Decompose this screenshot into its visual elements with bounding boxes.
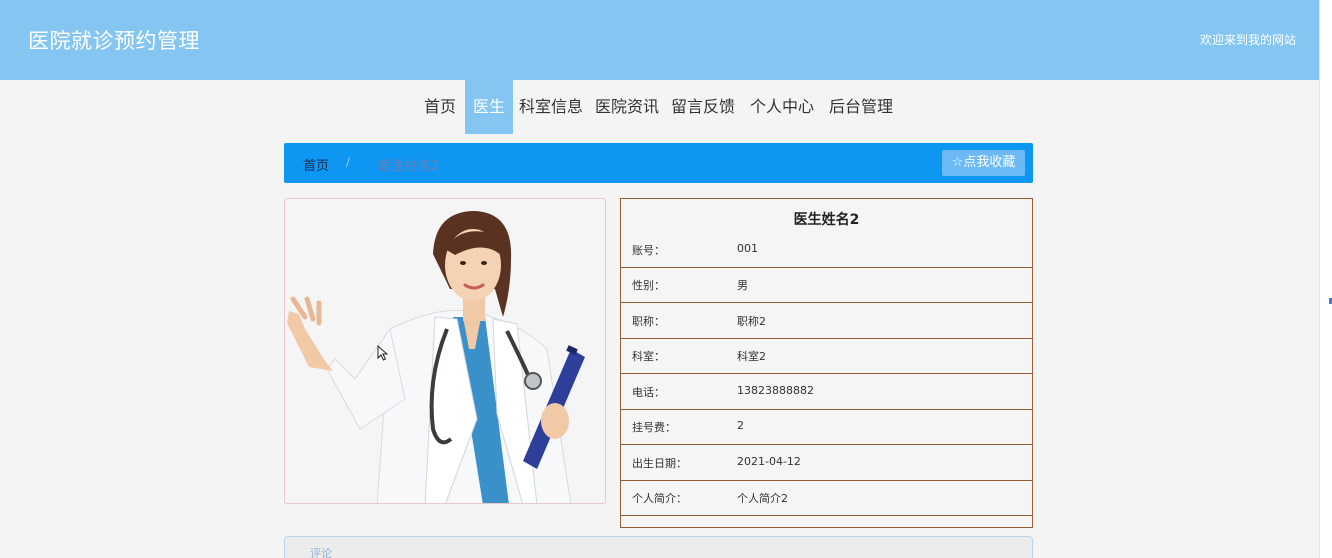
doctor-info-panel: 医生姓名2 账号： 001 性别： 男 职称： 职称2 科室： 科室2 电话： …	[620, 198, 1033, 528]
breadcrumb: 首页 / 医生姓名2 ☆点我收藏	[284, 143, 1033, 183]
breadcrumb-separator: /	[346, 155, 351, 169]
favorite-button-label: 点我收藏	[963, 155, 1016, 170]
info-value: 2021-04-12	[737, 455, 801, 468]
info-value: 13823888882	[737, 384, 814, 397]
info-label: 电话：	[632, 386, 665, 399]
info-value: 001	[737, 242, 758, 255]
doctor-photo	[284, 198, 606, 504]
star-outline-icon: ☆	[951, 155, 964, 170]
main-nav: 首页 医生 科室信息 医院资讯 留言反馈 个人中心 后台管理	[0, 80, 1320, 134]
info-value: 科室2	[737, 350, 766, 363]
mouse-cursor-icon	[377, 345, 389, 361]
favorite-button[interactable]: ☆点我收藏	[942, 150, 1025, 176]
info-label: 出生日期：	[632, 457, 687, 470]
nav-item-news[interactable]: 医院资讯	[591, 80, 663, 134]
info-row-gender: 性别： 男	[621, 268, 1032, 303]
info-label: 账号：	[632, 244, 665, 257]
info-label: 性别：	[632, 279, 665, 292]
site-header: 医院就诊预约管理 欢迎来到我的网站	[0, 0, 1320, 80]
info-value: 职称2	[737, 315, 766, 328]
info-value: 个人简介2	[737, 492, 788, 505]
breadcrumb-home-link[interactable]: 首页	[303, 155, 329, 174]
site-title[interactable]: 医院就诊预约管理	[28, 25, 200, 55]
info-row-phone: 电话： 13823888882	[621, 375, 1032, 410]
welcome-text: 欢迎来到我的网站	[1199, 33, 1296, 47]
info-label: 挂号费：	[632, 421, 676, 434]
info-value: 男	[737, 279, 748, 292]
info-row-birthdate: 出生日期： 2021-04-12	[621, 446, 1032, 481]
nav-item-admin[interactable]: 后台管理	[824, 80, 898, 134]
doctor-portrait-image	[287, 211, 585, 503]
nav-item-doctor[interactable]: 医生	[465, 80, 513, 134]
nav-item-feedback[interactable]: 留言反馈	[667, 80, 739, 134]
info-label: 科室：	[632, 350, 665, 363]
breadcrumb-current: 医生姓名2	[379, 159, 440, 174]
nav-item-departments[interactable]: 科室信息	[515, 80, 587, 134]
info-row-registration-fee: 挂号费： 2	[621, 410, 1032, 445]
info-row-department: 科室： 科室2	[621, 339, 1032, 374]
window-edge	[1320, 0, 1332, 558]
info-row-title: 职称： 职称2	[621, 304, 1032, 339]
nav-item-personal-center[interactable]: 个人中心	[746, 80, 818, 134]
comment-section: 评论	[284, 536, 1033, 558]
doctor-name: 医生姓名2	[793, 212, 860, 228]
info-label: 个人简介：	[632, 492, 687, 505]
info-row-account: 账号： 001	[621, 233, 1032, 268]
info-row-bio: 个人简介： 个人简介2	[621, 481, 1032, 516]
info-label: 职称：	[632, 315, 665, 328]
comment-tab[interactable]: 评论	[310, 545, 332, 558]
info-value: 2	[737, 419, 744, 432]
nav-item-home[interactable]: 首页	[417, 80, 463, 134]
